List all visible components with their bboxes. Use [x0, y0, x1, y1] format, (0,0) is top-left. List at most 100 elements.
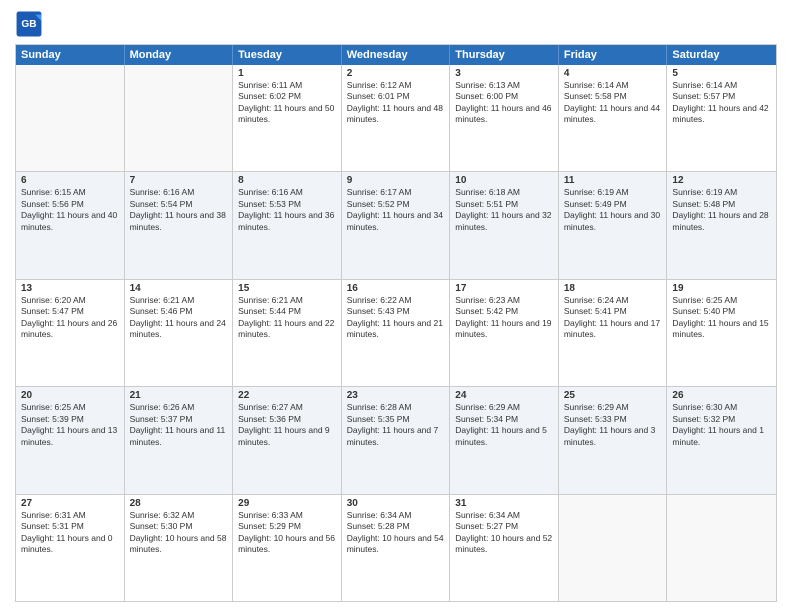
day-info: Sunrise: 6:19 AM Sunset: 5:48 PM Dayligh…: [672, 187, 771, 233]
calendar-cell: 27Sunrise: 6:31 AM Sunset: 5:31 PM Dayli…: [16, 495, 125, 601]
header-day-monday: Monday: [125, 45, 234, 65]
calendar-cell: 21Sunrise: 6:26 AM Sunset: 5:37 PM Dayli…: [125, 387, 234, 493]
day-number: 4: [564, 68, 662, 79]
calendar-row-0: 1Sunrise: 6:11 AM Sunset: 6:02 PM Daylig…: [16, 65, 776, 171]
header-day-wednesday: Wednesday: [342, 45, 451, 65]
calendar-cell: 12Sunrise: 6:19 AM Sunset: 5:48 PM Dayli…: [667, 172, 776, 278]
day-number: 23: [347, 390, 445, 401]
day-info: Sunrise: 6:23 AM Sunset: 5:42 PM Dayligh…: [455, 295, 553, 341]
calendar: SundayMondayTuesdayWednesdayThursdayFrid…: [15, 44, 777, 602]
day-number: 26: [672, 390, 771, 401]
day-number: 11: [564, 175, 662, 186]
calendar-cell: 20Sunrise: 6:25 AM Sunset: 5:39 PM Dayli…: [16, 387, 125, 493]
day-info: Sunrise: 6:17 AM Sunset: 5:52 PM Dayligh…: [347, 187, 445, 233]
calendar-cell: 2Sunrise: 6:12 AM Sunset: 6:01 PM Daylig…: [342, 65, 451, 171]
day-info: Sunrise: 6:13 AM Sunset: 6:00 PM Dayligh…: [455, 80, 553, 126]
day-info: Sunrise: 6:34 AM Sunset: 5:27 PM Dayligh…: [455, 510, 553, 556]
calendar-cell: 29Sunrise: 6:33 AM Sunset: 5:29 PM Dayli…: [233, 495, 342, 601]
calendar-row-1: 6Sunrise: 6:15 AM Sunset: 5:56 PM Daylig…: [16, 171, 776, 278]
calendar-cell: 3Sunrise: 6:13 AM Sunset: 6:00 PM Daylig…: [450, 65, 559, 171]
day-info: Sunrise: 6:31 AM Sunset: 5:31 PM Dayligh…: [21, 510, 119, 556]
header: GB: [15, 10, 777, 38]
calendar-cell: [16, 65, 125, 171]
day-info: Sunrise: 6:26 AM Sunset: 5:37 PM Dayligh…: [130, 402, 228, 448]
day-info: Sunrise: 6:28 AM Sunset: 5:35 PM Dayligh…: [347, 402, 445, 448]
day-number: 18: [564, 283, 662, 294]
calendar-cell: 15Sunrise: 6:21 AM Sunset: 5:44 PM Dayli…: [233, 280, 342, 386]
calendar-cell: 26Sunrise: 6:30 AM Sunset: 5:32 PM Dayli…: [667, 387, 776, 493]
day-info: Sunrise: 6:25 AM Sunset: 5:39 PM Dayligh…: [21, 402, 119, 448]
day-number: 25: [564, 390, 662, 401]
day-number: 13: [21, 283, 119, 294]
header-day-tuesday: Tuesday: [233, 45, 342, 65]
logo-icon: GB: [15, 10, 43, 38]
day-number: 2: [347, 68, 445, 79]
calendar-cell: 1Sunrise: 6:11 AM Sunset: 6:02 PM Daylig…: [233, 65, 342, 171]
calendar-cell: 4Sunrise: 6:14 AM Sunset: 5:58 PM Daylig…: [559, 65, 668, 171]
calendar-cell: 10Sunrise: 6:18 AM Sunset: 5:51 PM Dayli…: [450, 172, 559, 278]
day-info: Sunrise: 6:30 AM Sunset: 5:32 PM Dayligh…: [672, 402, 771, 448]
day-info: Sunrise: 6:20 AM Sunset: 5:47 PM Dayligh…: [21, 295, 119, 341]
calendar-header: SundayMondayTuesdayWednesdayThursdayFrid…: [16, 45, 776, 65]
day-info: Sunrise: 6:11 AM Sunset: 6:02 PM Dayligh…: [238, 80, 336, 126]
day-number: 3: [455, 68, 553, 79]
calendar-cell: [667, 495, 776, 601]
day-info: Sunrise: 6:16 AM Sunset: 5:53 PM Dayligh…: [238, 187, 336, 233]
svg-text:GB: GB: [21, 19, 36, 30]
day-number: 20: [21, 390, 119, 401]
day-info: Sunrise: 6:27 AM Sunset: 5:36 PM Dayligh…: [238, 402, 336, 448]
header-day-sunday: Sunday: [16, 45, 125, 65]
day-info: Sunrise: 6:12 AM Sunset: 6:01 PM Dayligh…: [347, 80, 445, 126]
calendar-cell: 5Sunrise: 6:14 AM Sunset: 5:57 PM Daylig…: [667, 65, 776, 171]
day-number: 15: [238, 283, 336, 294]
day-info: Sunrise: 6:18 AM Sunset: 5:51 PM Dayligh…: [455, 187, 553, 233]
calendar-cell: 7Sunrise: 6:16 AM Sunset: 5:54 PM Daylig…: [125, 172, 234, 278]
day-info: Sunrise: 6:29 AM Sunset: 5:34 PM Dayligh…: [455, 402, 553, 448]
day-info: Sunrise: 6:33 AM Sunset: 5:29 PM Dayligh…: [238, 510, 336, 556]
day-info: Sunrise: 6:14 AM Sunset: 5:57 PM Dayligh…: [672, 80, 771, 126]
day-info: Sunrise: 6:21 AM Sunset: 5:46 PM Dayligh…: [130, 295, 228, 341]
day-number: 19: [672, 283, 771, 294]
day-number: 27: [21, 498, 119, 509]
day-info: Sunrise: 6:21 AM Sunset: 5:44 PM Dayligh…: [238, 295, 336, 341]
day-info: Sunrise: 6:14 AM Sunset: 5:58 PM Dayligh…: [564, 80, 662, 126]
day-number: 22: [238, 390, 336, 401]
day-info: Sunrise: 6:34 AM Sunset: 5:28 PM Dayligh…: [347, 510, 445, 556]
calendar-cell: 18Sunrise: 6:24 AM Sunset: 5:41 PM Dayli…: [559, 280, 668, 386]
day-number: 1: [238, 68, 336, 79]
calendar-cell: 16Sunrise: 6:22 AM Sunset: 5:43 PM Dayli…: [342, 280, 451, 386]
calendar-cell: 6Sunrise: 6:15 AM Sunset: 5:56 PM Daylig…: [16, 172, 125, 278]
header-day-saturday: Saturday: [667, 45, 776, 65]
calendar-cell: 31Sunrise: 6:34 AM Sunset: 5:27 PM Dayli…: [450, 495, 559, 601]
day-number: 28: [130, 498, 228, 509]
day-number: 29: [238, 498, 336, 509]
day-number: 12: [672, 175, 771, 186]
calendar-row-4: 27Sunrise: 6:31 AM Sunset: 5:31 PM Dayli…: [16, 494, 776, 601]
calendar-cell: 13Sunrise: 6:20 AM Sunset: 5:47 PM Dayli…: [16, 280, 125, 386]
calendar-cell: 11Sunrise: 6:19 AM Sunset: 5:49 PM Dayli…: [559, 172, 668, 278]
calendar-cell: 24Sunrise: 6:29 AM Sunset: 5:34 PM Dayli…: [450, 387, 559, 493]
header-day-thursday: Thursday: [450, 45, 559, 65]
calendar-row-2: 13Sunrise: 6:20 AM Sunset: 5:47 PM Dayli…: [16, 279, 776, 386]
day-number: 14: [130, 283, 228, 294]
calendar-body: 1Sunrise: 6:11 AM Sunset: 6:02 PM Daylig…: [16, 65, 776, 601]
day-number: 30: [347, 498, 445, 509]
calendar-cell: 14Sunrise: 6:21 AM Sunset: 5:46 PM Dayli…: [125, 280, 234, 386]
day-info: Sunrise: 6:32 AM Sunset: 5:30 PM Dayligh…: [130, 510, 228, 556]
day-number: 6: [21, 175, 119, 186]
day-number: 17: [455, 283, 553, 294]
day-number: 24: [455, 390, 553, 401]
calendar-cell: 30Sunrise: 6:34 AM Sunset: 5:28 PM Dayli…: [342, 495, 451, 601]
calendar-cell: 8Sunrise: 6:16 AM Sunset: 5:53 PM Daylig…: [233, 172, 342, 278]
calendar-cell: 9Sunrise: 6:17 AM Sunset: 5:52 PM Daylig…: [342, 172, 451, 278]
day-number: 16: [347, 283, 445, 294]
logo: GB: [15, 10, 47, 38]
day-info: Sunrise: 6:19 AM Sunset: 5:49 PM Dayligh…: [564, 187, 662, 233]
calendar-cell: 17Sunrise: 6:23 AM Sunset: 5:42 PM Dayli…: [450, 280, 559, 386]
day-number: 31: [455, 498, 553, 509]
calendar-cell: [559, 495, 668, 601]
day-number: 5: [672, 68, 771, 79]
calendar-cell: 25Sunrise: 6:29 AM Sunset: 5:33 PM Dayli…: [559, 387, 668, 493]
day-info: Sunrise: 6:22 AM Sunset: 5:43 PM Dayligh…: [347, 295, 445, 341]
day-info: Sunrise: 6:15 AM Sunset: 5:56 PM Dayligh…: [21, 187, 119, 233]
